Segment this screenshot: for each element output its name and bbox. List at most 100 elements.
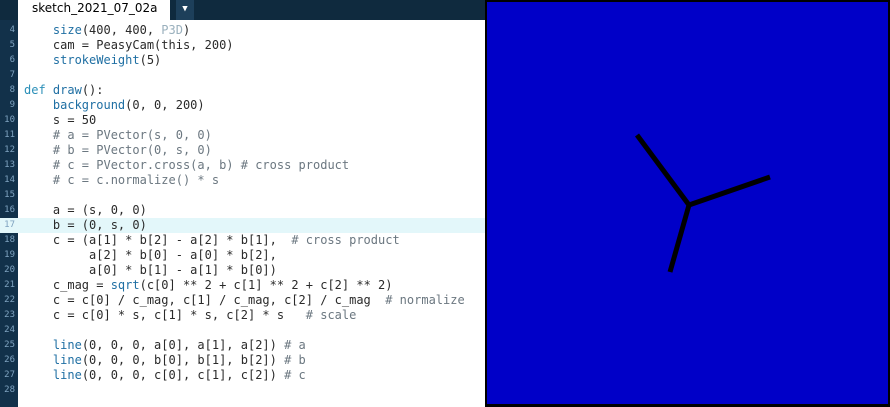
- code-token: ): [182, 23, 191, 37]
- tab-menu-arrow-icon[interactable]: ▼: [176, 0, 194, 20]
- code-line[interactable]: 27 line(0, 0, 0, c[0], c[1], c[2]) # c: [0, 368, 485, 383]
- code-editor[interactable]: 4 size(400, 400, P3D) 5 cam = PeasyCam(th…: [0, 20, 485, 407]
- code-text: # c = c.normalize() * s: [24, 173, 219, 188]
- line-number: 16: [4, 205, 15, 215]
- line-number: 6: [9, 55, 15, 65]
- code-token: # scale: [305, 308, 357, 322]
- code-line[interactable]: 4 size(400, 400, P3D): [0, 23, 485, 38]
- tab-bar: sketch_2021_07_02a ▼: [0, 0, 485, 20]
- code-line[interactable]: 19 a[2] * b[0] - a[0] * b[2],: [0, 248, 485, 263]
- code-token: c_mag =: [24, 278, 111, 292]
- line-number: 23: [4, 310, 15, 320]
- code-token: # a: [284, 338, 306, 352]
- vector-b-line: [634, 133, 692, 207]
- code-line[interactable]: 15: [0, 188, 485, 203]
- code-line[interactable]: 23 c = c[0] * s, c[1] * s, c[2] * s # sc…: [0, 308, 485, 323]
- code-token: a[2] * b[0] - a[0] * b[2],: [24, 248, 277, 262]
- sketch-window: [485, 0, 890, 407]
- code-line[interactable]: 21 c_mag = sqrt(c[0] ** 2 + c[1] ** 2 + …: [0, 278, 485, 293]
- code-line[interactable]: 6 strokeWeight(5): [0, 53, 485, 68]
- line-number: 5: [9, 40, 15, 50]
- code-line[interactable]: 14 # c = c.normalize() * s: [0, 173, 485, 188]
- code-text: cam = PeasyCam(this, 200): [24, 38, 234, 53]
- code-text: a[2] * b[0] - a[0] * b[2],: [24, 248, 277, 263]
- code-text: c = c[0] / c_mag, c[1] / c_mag, c[2] / c…: [24, 293, 465, 308]
- code-text: # a = PVector(s, 0, 0): [24, 128, 212, 143]
- code-line[interactable]: 28: [0, 383, 485, 398]
- code-line[interactable]: 9 background(0, 0, 200): [0, 98, 485, 113]
- code-token: a[0] * b[1] - a[1] * b[0]): [24, 263, 277, 277]
- code-token: # c = PVector.cross(a, b) # cross produc…: [52, 158, 350, 172]
- code-line[interactable]: 13 # c = PVector.cross(a, b) # cross pro…: [0, 158, 485, 173]
- code-line[interactable]: 20 a[0] * b[1] - a[1] * b[0]): [0, 263, 485, 278]
- tab-sketch[interactable]: sketch_2021_07_02a: [18, 0, 170, 20]
- code-line[interactable]: 5 cam = PeasyCam(this, 200): [0, 38, 485, 53]
- code-token: size: [52, 23, 82, 37]
- code-line[interactable]: 22 c = c[0] / c_mag, c[1] / c_mag, c[2] …: [0, 293, 485, 308]
- line-number: 20: [4, 265, 15, 275]
- code-token: # b: [284, 353, 306, 367]
- line-number: 18: [4, 235, 15, 245]
- code-token: (400, 400,: [81, 23, 162, 37]
- line-number: 24: [4, 325, 15, 335]
- code-token: P3D: [161, 23, 183, 37]
- code-text: strokeWeight(5): [24, 53, 161, 68]
- code-text: a = (s, 0, 0): [24, 203, 147, 218]
- code-token: line: [52, 353, 82, 367]
- code-line[interactable]: 8 def draw():: [0, 83, 485, 98]
- line-number: 17: [4, 220, 15, 230]
- code-token: draw: [52, 83, 82, 97]
- code-text: s = 50: [24, 113, 96, 128]
- code-text: c = (a[1] * b[2] - a[2] * b[1], # cross …: [24, 233, 400, 248]
- code-line[interactable]: 11 # a = PVector(s, 0, 0): [0, 128, 485, 143]
- sketch-canvas[interactable]: [487, 2, 888, 404]
- code-line[interactable]: 26 line(0, 0, 0, b[0], b[1], b[2]) # b: [0, 353, 485, 368]
- code-token: background: [52, 98, 126, 112]
- tab-title: sketch_2021_07_02a: [32, 1, 158, 15]
- code-token: line: [52, 368, 82, 382]
- code-token: # c = c.normalize() * s: [52, 173, 220, 187]
- line-number: 8: [9, 85, 15, 95]
- line-number: 28: [4, 385, 15, 395]
- code-token: # cross product: [291, 233, 400, 247]
- code-token: # normalize: [385, 293, 465, 307]
- line-number: 21: [4, 280, 15, 290]
- code-text: c_mag = sqrt(c[0] ** 2 + c[1] ** 2 + c[2…: [24, 278, 393, 293]
- code-token: a = (s, 0, 0): [24, 203, 147, 217]
- code-text: # b = PVector(0, s, 0): [24, 143, 212, 158]
- code-token: c = c[0] / c_mag, c[1] / c_mag, c[2] / c…: [24, 293, 386, 307]
- line-number: 27: [4, 370, 15, 380]
- code-token: s = 50: [24, 113, 97, 127]
- vector-a-line: [688, 174, 771, 208]
- code-line[interactable]: 12 # b = PVector(0, s, 0): [0, 143, 485, 158]
- code-line[interactable]: 18 c = (a[1] * b[2] - a[2] * b[1], # cro…: [0, 233, 485, 248]
- code-line[interactable]: 25 line(0, 0, 0, a[0], a[1], a[2]) # a: [0, 338, 485, 353]
- line-number: 26: [4, 355, 15, 365]
- code-line[interactable]: 17 b = (0, s, 0): [0, 218, 485, 233]
- code-text: # c = PVector.cross(a, b) # cross produc…: [24, 158, 349, 173]
- code-line[interactable]: 10 s = 50: [0, 113, 485, 128]
- code-token: b = (0, s, 0): [24, 218, 147, 232]
- code-line[interactable]: 24: [0, 323, 485, 338]
- code-token: def: [24, 83, 53, 97]
- line-number: 10: [4, 115, 15, 125]
- code-token: strokeWeight: [52, 53, 140, 67]
- code-token: (5): [139, 53, 162, 67]
- code-text: line(0, 0, 0, b[0], b[1], b[2]) # b: [24, 353, 306, 368]
- line-number: 9: [9, 100, 15, 110]
- line-number: 14: [4, 175, 15, 185]
- sketch-render: [634, 133, 771, 273]
- code-line[interactable]: 16 a = (s, 0, 0): [0, 203, 485, 218]
- code-token: cam = PeasyCam(this, 200): [24, 38, 234, 52]
- code-line[interactable]: 7: [0, 68, 485, 83]
- code-token: (0, 0, 0, a[0], a[1], a[2]): [81, 338, 285, 352]
